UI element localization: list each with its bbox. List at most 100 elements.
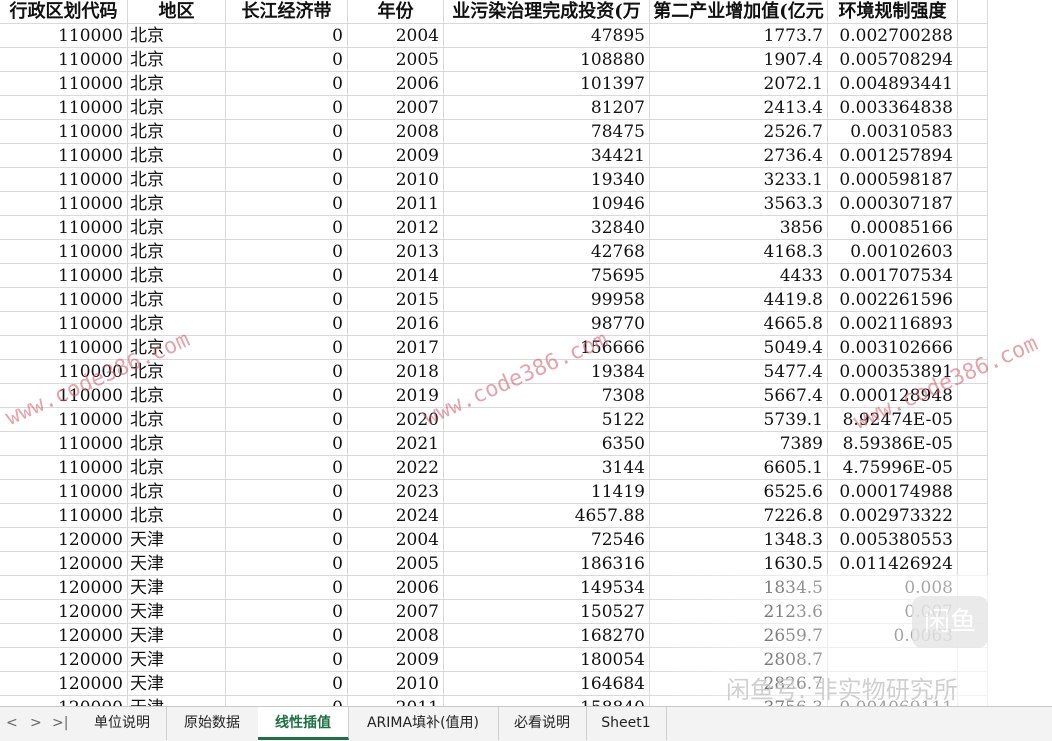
year-cell[interactable]: 2015 <box>348 288 444 312</box>
region-cell[interactable]: 北京 <box>128 216 226 240</box>
yangtze-cell[interactable]: 0 <box>226 144 348 168</box>
regulation-cell[interactable]: 0.005380553 <box>828 528 958 552</box>
region-cell[interactable]: 北京 <box>128 96 226 120</box>
region-cell[interactable]: 天津 <box>128 648 226 672</box>
code-cell[interactable]: 120000 <box>0 648 128 672</box>
yangtze-cell[interactable]: 0 <box>226 192 348 216</box>
region-cell[interactable]: 北京 <box>128 240 226 264</box>
investment-cell[interactable]: 19340 <box>444 168 650 192</box>
regulation-cell[interactable]: 0.002261596 <box>828 288 958 312</box>
regulation-cell[interactable]: 0.001707534 <box>828 264 958 288</box>
secondary-industry-cell[interactable]: 4419.8 <box>650 288 828 312</box>
code-cell[interactable]: 110000 <box>0 432 128 456</box>
year-cell[interactable]: 2016 <box>348 312 444 336</box>
year-cell[interactable]: 2005 <box>348 552 444 576</box>
investment-cell[interactable]: 34421 <box>444 144 650 168</box>
region-cell[interactable]: 天津 <box>128 624 226 648</box>
regulation-cell[interactable]: 0.003364838 <box>828 96 958 120</box>
empty-cell[interactable] <box>958 552 988 576</box>
empty-cell[interactable] <box>958 168 988 192</box>
region-cell[interactable]: 北京 <box>128 120 226 144</box>
secondary-industry-cell[interactable]: 7389 <box>650 432 828 456</box>
regulation-cell[interactable]: 0.00085166 <box>828 216 958 240</box>
secondary-industry-cell[interactable]: 3563.3 <box>650 192 828 216</box>
empty-cell[interactable] <box>958 120 988 144</box>
yangtze-cell[interactable]: 0 <box>226 384 348 408</box>
regulation-cell[interactable]: 0.000307187 <box>828 192 958 216</box>
region-cell[interactable]: 北京 <box>128 48 226 72</box>
sheet-tab[interactable]: 原始数据 <box>166 707 259 740</box>
yangtze-cell[interactable]: 0 <box>226 72 348 96</box>
year-cell[interactable]: 2018 <box>348 360 444 384</box>
investment-cell[interactable]: 72546 <box>444 528 650 552</box>
investment-cell[interactable]: 6350 <box>444 432 650 456</box>
year-cell[interactable]: 2004 <box>348 24 444 48</box>
code-cell[interactable]: 110000 <box>0 144 128 168</box>
investment-cell[interactable]: 42768 <box>444 240 650 264</box>
investment-cell[interactable]: 164684 <box>444 672 650 696</box>
code-cell[interactable]: 110000 <box>0 480 128 504</box>
secondary-industry-cell[interactable]: 6525.6 <box>650 480 828 504</box>
yangtze-cell[interactable]: 0 <box>226 504 348 528</box>
region-cell[interactable]: 天津 <box>128 672 226 696</box>
yangtze-cell[interactable]: 0 <box>226 408 348 432</box>
investment-cell[interactable]: 3144 <box>444 456 650 480</box>
year-cell[interactable]: 2007 <box>348 96 444 120</box>
code-cell[interactable]: 110000 <box>0 312 128 336</box>
column-header[interactable]: 业污染治理完成投资(万 <box>444 0 650 24</box>
year-cell[interactable]: 2022 <box>348 456 444 480</box>
code-cell[interactable]: 120000 <box>0 552 128 576</box>
yangtze-cell[interactable]: 0 <box>226 48 348 72</box>
investment-cell[interactable]: 180054 <box>444 648 650 672</box>
regulation-cell[interactable]: 0.002973322 <box>828 504 958 528</box>
investment-cell[interactable]: 75695 <box>444 264 650 288</box>
regulation-cell[interactable]: 8.59386E-05 <box>828 432 958 456</box>
investment-cell[interactable]: 5122 <box>444 408 650 432</box>
regulation-cell[interactable]: 0.004893441 <box>828 72 958 96</box>
secondary-industry-cell[interactable]: 2736.4 <box>650 144 828 168</box>
year-cell[interactable]: 2010 <box>348 672 444 696</box>
secondary-industry-cell[interactable]: 5049.4 <box>650 336 828 360</box>
secondary-industry-cell[interactable]: 1630.5 <box>650 552 828 576</box>
empty-cell[interactable] <box>958 528 988 552</box>
yangtze-cell[interactable]: 0 <box>226 528 348 552</box>
year-cell[interactable]: 2023 <box>348 480 444 504</box>
secondary-industry-cell[interactable]: 2072.1 <box>650 72 828 96</box>
code-cell[interactable]: 120000 <box>0 696 128 706</box>
yangtze-cell[interactable]: 0 <box>226 648 348 672</box>
code-cell[interactable]: 110000 <box>0 216 128 240</box>
code-cell[interactable]: 120000 <box>0 576 128 600</box>
investment-cell[interactable]: 150527 <box>444 600 650 624</box>
yangtze-cell[interactable]: 0 <box>226 552 348 576</box>
investment-cell[interactable]: 11419 <box>444 480 650 504</box>
region-cell[interactable]: 北京 <box>128 456 226 480</box>
region-cell[interactable]: 天津 <box>128 552 226 576</box>
yangtze-cell[interactable]: 0 <box>226 120 348 144</box>
empty-cell[interactable] <box>958 264 988 288</box>
secondary-industry-cell[interactable]: 2526.7 <box>650 120 828 144</box>
investment-cell[interactable]: 108880 <box>444 48 650 72</box>
empty-cell[interactable] <box>958 96 988 120</box>
region-cell[interactable]: 北京 <box>128 24 226 48</box>
empty-cell[interactable] <box>958 288 988 312</box>
empty-cell[interactable] <box>958 216 988 240</box>
secondary-industry-cell[interactable]: 3856 <box>650 216 828 240</box>
investment-cell[interactable]: 149534 <box>444 576 650 600</box>
region-cell[interactable]: 北京 <box>128 168 226 192</box>
code-cell[interactable]: 110000 <box>0 48 128 72</box>
secondary-industry-cell[interactable]: 5667.4 <box>650 384 828 408</box>
code-cell[interactable]: 120000 <box>0 672 128 696</box>
sheet-tab[interactable]: ARIMA填补(值用) <box>348 707 499 740</box>
last-sheet-icon[interactable]: >| <box>52 715 68 731</box>
regulation-cell[interactable]: 0.002700288 <box>828 24 958 48</box>
yangtze-cell[interactable]: 0 <box>226 360 348 384</box>
yangtze-cell[interactable]: 0 <box>226 240 348 264</box>
empty-cell[interactable] <box>958 432 988 456</box>
investment-cell[interactable]: 186316 <box>444 552 650 576</box>
column-header[interactable]: 长江经济带 <box>226 0 348 24</box>
year-cell[interactable]: 2008 <box>348 120 444 144</box>
investment-cell[interactable]: 32840 <box>444 216 650 240</box>
year-cell[interactable]: 2012 <box>348 216 444 240</box>
yangtze-cell[interactable]: 0 <box>226 672 348 696</box>
secondary-industry-cell[interactable]: 2413.4 <box>650 96 828 120</box>
